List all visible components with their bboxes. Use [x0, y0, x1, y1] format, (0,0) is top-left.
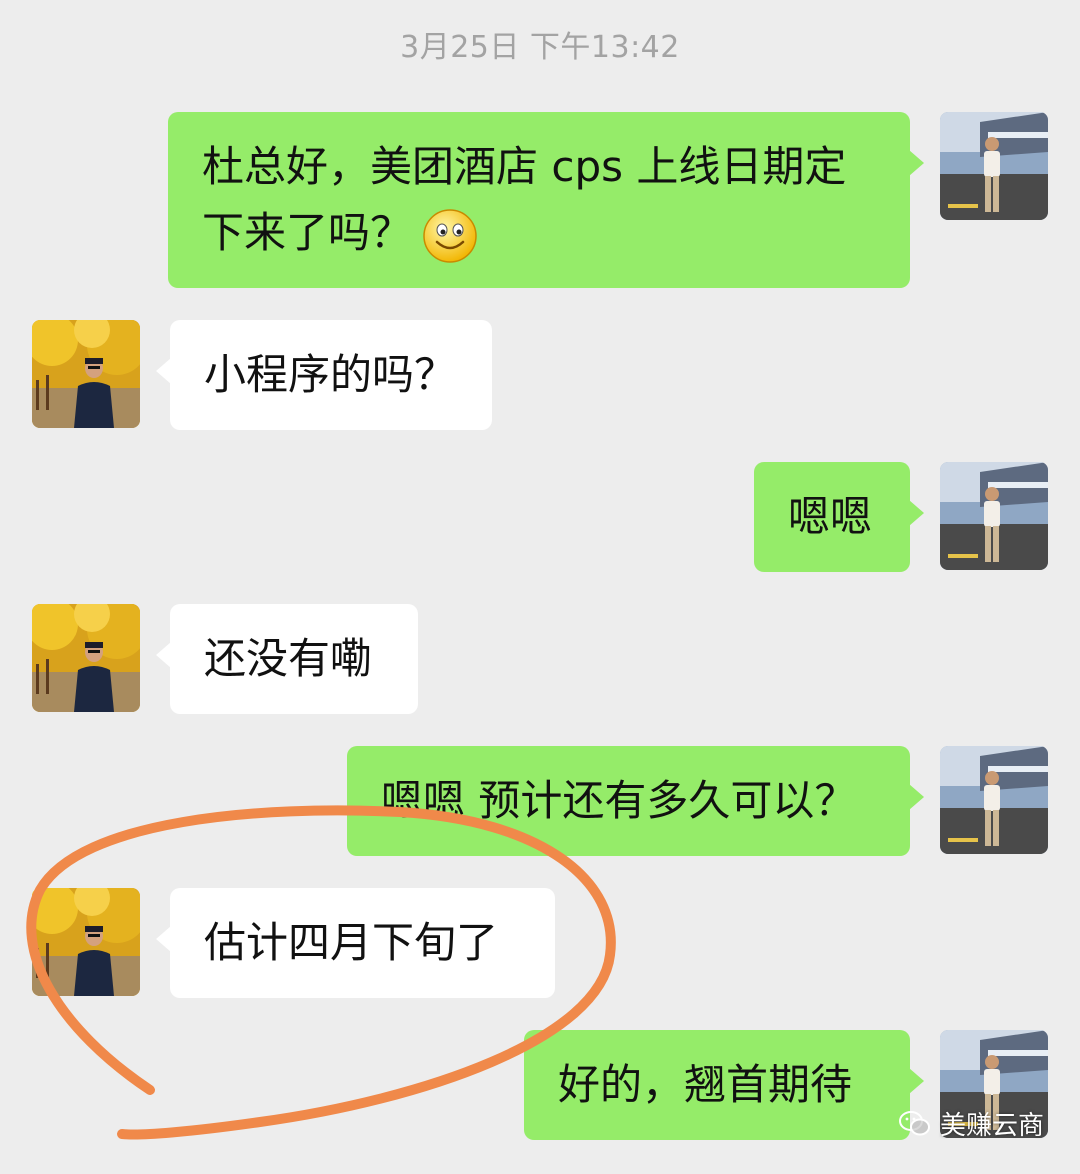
message-text: 嗯嗯 预计还有多久可以？ [381, 776, 857, 825]
message-bubble[interactable]: 好的，翘首期待 [524, 1030, 924, 1140]
avatar-image [940, 112, 1048, 220]
message-text: 嗯嗯 [788, 492, 873, 541]
message-text: 好的，翘首期待 [558, 1060, 853, 1109]
contact-avatar[interactable] [32, 320, 140, 428]
message-text: 还没有嘞 [204, 634, 373, 683]
my-avatar[interactable] [940, 112, 1048, 220]
message-bubble[interactable]: 小程序的吗？ [156, 320, 492, 430]
message-bubble[interactable]: 嗯嗯 预计还有多久可以？ [347, 746, 924, 856]
message-text: 下来了吗？ [202, 208, 413, 257]
contact-avatar[interactable] [32, 604, 140, 712]
message-text: 小程序的吗？ [204, 350, 457, 399]
watermark: 美赚云商 [898, 1105, 1044, 1142]
contact-avatar[interactable] [32, 888, 140, 996]
avatar-image [32, 604, 140, 712]
message-bubble[interactable]: 估计四月下旬了 [156, 888, 555, 998]
watermark-text: 美赚云商 [939, 1111, 1044, 1141]
message-bubble[interactable]: 杜总好，美团酒店 cps 上线日期定 下来了吗？ [168, 112, 924, 288]
avatar-image [32, 888, 140, 996]
message-bubble[interactable]: 嗯嗯 [754, 462, 924, 572]
avatar-image [32, 320, 140, 428]
message-text-line: 杜总好，美团酒店 cps 上线日期定 [202, 142, 847, 191]
avatar-image [940, 746, 1048, 854]
my-avatar[interactable] [940, 746, 1048, 854]
message-text: 估计四月下旬了 [204, 918, 499, 967]
wechat-icon [898, 1110, 930, 1135]
avatar-image [940, 462, 1048, 570]
chat-timestamp: 3月25日 下午13:42 [400, 30, 680, 65]
my-avatar[interactable] [940, 462, 1048, 570]
smiley-icon [423, 208, 477, 263]
message-text-line: 下来了吗？ [202, 200, 876, 266]
message-bubble[interactable]: 还没有嘞 [156, 604, 418, 714]
